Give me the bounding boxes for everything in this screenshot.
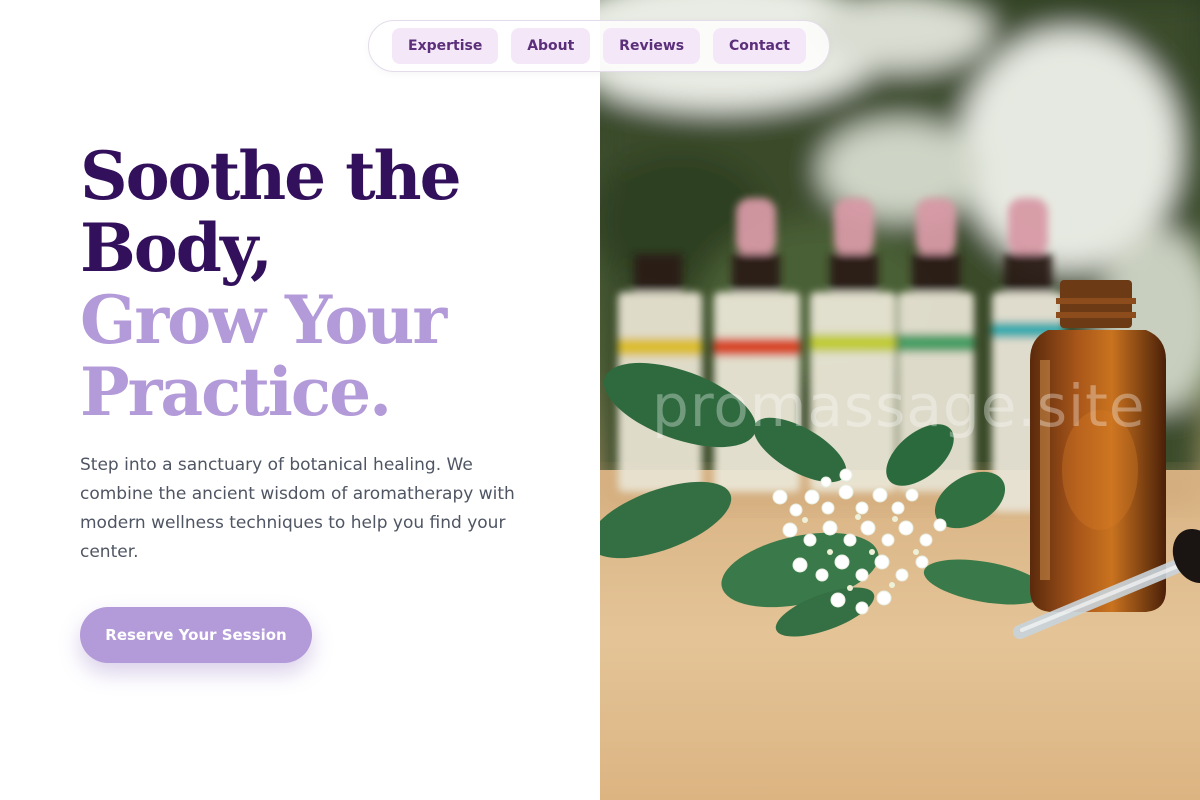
watermark-text: promassage.site: [652, 372, 1146, 440]
headline-line-3: Grow Your: [80, 281, 447, 359]
reserve-session-button[interactable]: Reserve Your Session: [80, 607, 312, 663]
nav-link-contact[interactable]: Contact: [712, 28, 806, 64]
headline-line-1: Soothe the: [80, 137, 462, 215]
nav-link-reviews[interactable]: Reviews: [603, 28, 701, 64]
headline-line-4: Practice.: [80, 353, 392, 431]
top-navigation: Expertise About Reviews Contact: [368, 20, 830, 72]
hero-headline: Soothe the Body, Grow Your Practice.: [80, 137, 462, 431]
nav-link-expertise[interactable]: Expertise: [392, 28, 499, 64]
headline-line-2: Body,: [80, 209, 273, 287]
hero-image: promassage.site: [600, 0, 1200, 800]
hero-description: Step into a sanctuary of botanical heali…: [80, 455, 515, 562]
nav-link-about[interactable]: About: [511, 28, 591, 64]
